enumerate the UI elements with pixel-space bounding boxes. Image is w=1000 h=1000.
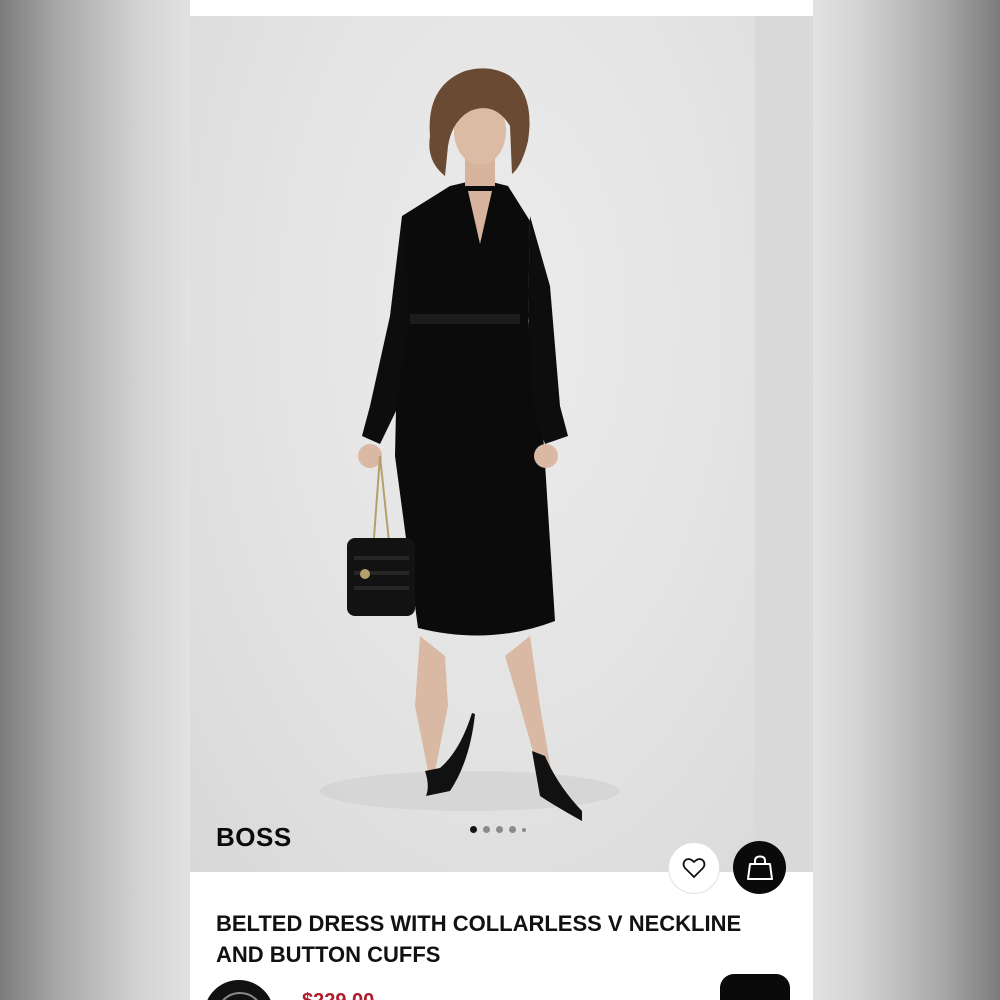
add-to-bag-button[interactable] <box>733 841 786 894</box>
carousel-indicator <box>470 826 526 833</box>
product-price: $229.00 <box>302 990 374 1000</box>
product-title: BELTED DRESS WITH COLLARLESS V NECKLINE … <box>216 911 742 967</box>
carousel-dot[interactable] <box>509 826 516 833</box>
brand-logo: BOSS <box>216 822 292 852</box>
carousel-dot[interactable] <box>483 826 490 833</box>
heart-icon <box>682 858 706 878</box>
product-photo <box>320 68 620 821</box>
carousel-dot[interactable] <box>522 827 526 832</box>
product-image-carousel[interactable]: BOSS <box>190 16 813 872</box>
carousel-dot[interactable] <box>470 826 477 833</box>
app-screen: BOSS BELTED DRESS WITH COLLARLESS V NECK… <box>190 0 813 1000</box>
favorite-button[interactable] <box>668 842 720 894</box>
avatar-ring <box>216 992 264 1000</box>
action-button[interactable] <box>720 974 790 1000</box>
seller-avatar[interactable] <box>204 980 274 1000</box>
carousel-dot[interactable] <box>496 826 503 833</box>
shopping-bag-icon <box>746 854 773 880</box>
